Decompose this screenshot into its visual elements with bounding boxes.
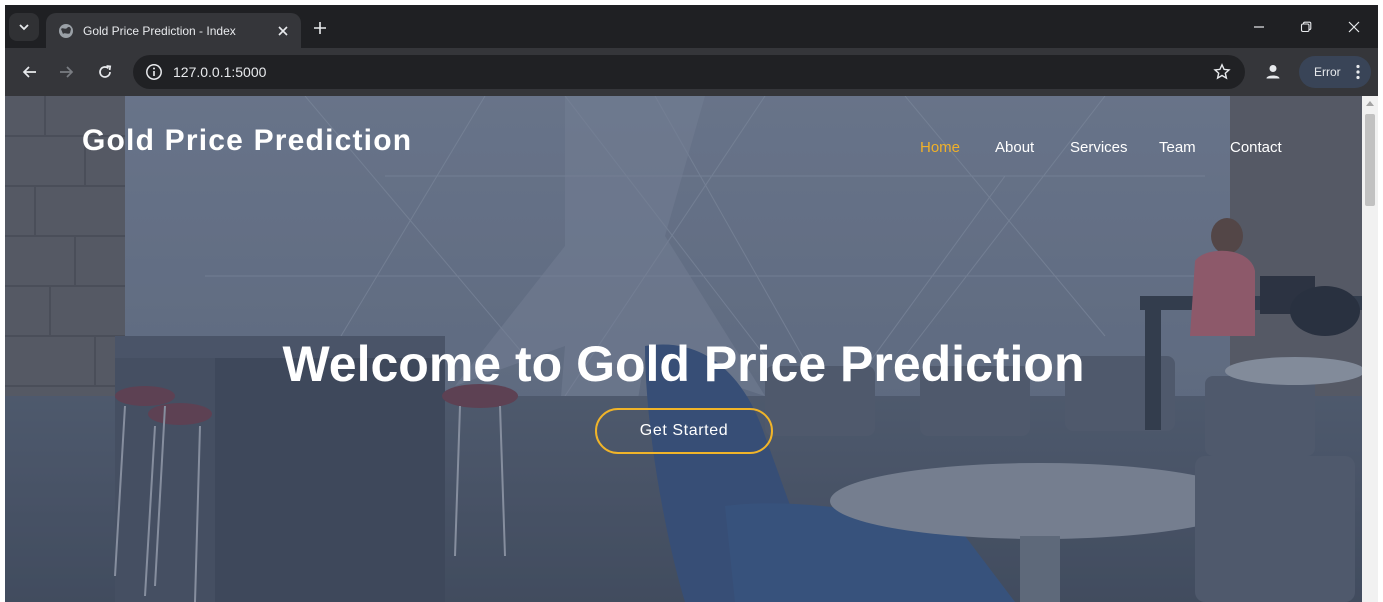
forward-button[interactable]: [54, 60, 78, 84]
more-vert-icon[interactable]: [1355, 64, 1361, 80]
site-info-icon[interactable]: [145, 63, 163, 81]
profile-icon[interactable]: [1263, 62, 1283, 82]
nav-about[interactable]: About: [995, 139, 1034, 156]
tab-active[interactable]: Gold Price Prediction - Index: [46, 13, 301, 48]
url-text: 127.0.0.1:5000: [173, 64, 267, 80]
back-button[interactable]: [18, 60, 42, 84]
hero-headline: Welcome to Gold Price Prediction: [282, 335, 1085, 392]
nav-home[interactable]: Home: [920, 139, 960, 156]
minimize-icon: [1254, 26, 1264, 28]
back-arrow-icon: [22, 66, 36, 78]
reload-icon: [99, 65, 112, 78]
star-icon[interactable]: [1213, 63, 1231, 81]
browser-toolbar: 127.0.0.1:5000 Error: [5, 48, 1378, 96]
restore-icon: [1300, 21, 1312, 33]
page-viewport: Gold Price Prediction Home About Service…: [5, 96, 1378, 602]
chevron-down-icon: [19, 24, 29, 31]
restore-button[interactable]: [1292, 15, 1320, 39]
scroll-up-icon[interactable]: [1366, 100, 1374, 108]
hero-section: Gold Price Prediction Home About Service…: [5, 96, 1362, 602]
get-started-button[interactable]: Get Started: [595, 408, 773, 454]
globe-favicon-icon: [59, 23, 73, 38]
tab-strip: Gold Price Prediction - Index: [5, 5, 1378, 48]
nav-contact[interactable]: Contact: [1230, 139, 1282, 156]
tab-search-button[interactable]: [9, 13, 39, 41]
page-scrollbar[interactable]: [1362, 96, 1378, 602]
new-tab-button[interactable]: [309, 17, 331, 39]
profile-error-chip[interactable]: Error: [1299, 56, 1371, 88]
close-icon: [1348, 21, 1360, 33]
error-chip-label: Error: [1314, 65, 1341, 79]
nav-team[interactable]: Team: [1159, 139, 1196, 156]
minimize-button[interactable]: [1245, 15, 1273, 39]
scrollbar-thumb[interactable]: [1365, 114, 1375, 206]
close-window-button[interactable]: [1340, 15, 1368, 39]
nav-services[interactable]: Services: [1070, 139, 1128, 156]
address-bar[interactable]: 127.0.0.1:5000: [133, 55, 1245, 89]
browser-window: Gold Price Prediction - Index 127.0.0.1:…: [5, 5, 1378, 602]
close-icon[interactable]: [275, 23, 291, 39]
forward-arrow-icon: [60, 66, 74, 78]
site-brand[interactable]: Gold Price Prediction: [82, 124, 412, 158]
reload-button[interactable]: [93, 60, 117, 84]
tab-title: Gold Price Prediction - Index: [83, 23, 236, 38]
plus-icon: [314, 22, 326, 34]
